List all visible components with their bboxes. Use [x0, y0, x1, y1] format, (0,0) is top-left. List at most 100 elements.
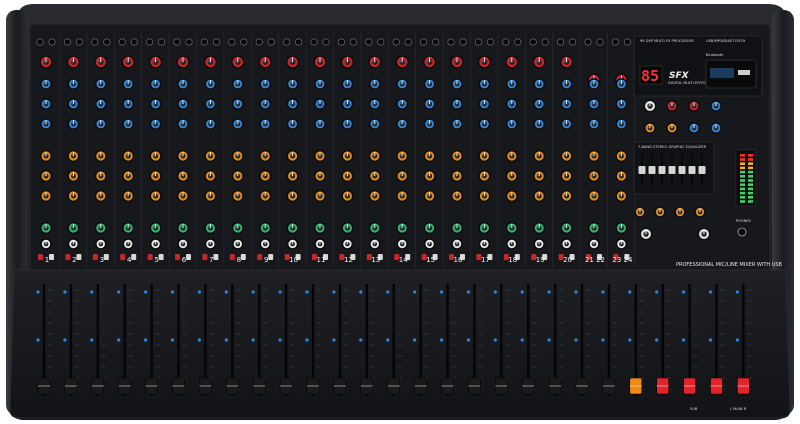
comp-knob[interactable]	[314, 78, 326, 90]
comp-knob[interactable]	[533, 78, 545, 90]
mid-eq-knob[interactable]	[40, 118, 52, 130]
level-knob[interactable]	[533, 238, 545, 250]
level-knob[interactable]	[396, 238, 408, 250]
gain-knob[interactable]	[149, 55, 163, 69]
fx-send-knob[interactable]	[259, 190, 272, 202]
aux2-knob[interactable]	[40, 170, 52, 182]
mute-button[interactable]	[38, 254, 43, 260]
gain-knob[interactable]	[258, 55, 272, 69]
pan-knob[interactable]	[478, 222, 491, 234]
mid-eq-knob[interactable]	[204, 118, 217, 130]
hi-eq-knob[interactable]	[396, 98, 409, 110]
pan-knob[interactable]	[588, 222, 600, 234]
gain-knob[interactable]	[477, 55, 491, 69]
comp-knob[interactable]	[177, 78, 189, 90]
pan-knob[interactable]	[177, 222, 189, 234]
pan-knob[interactable]	[286, 222, 299, 234]
aux2-knob[interactable]	[122, 170, 135, 182]
comp-knob[interactable]	[341, 78, 354, 90]
mute-button[interactable]	[65, 254, 71, 260]
pfl-button[interactable]	[158, 254, 164, 260]
mute-button[interactable]	[202, 254, 208, 260]
aux2-knob[interactable]	[423, 170, 436, 182]
aux2-knob[interactable]	[286, 170, 299, 182]
aux2-knob[interactable]	[588, 170, 600, 182]
fx-send-knob[interactable]	[314, 190, 326, 202]
aux1-knob[interactable]	[286, 150, 299, 162]
gain-knob[interactable]	[39, 55, 53, 69]
comp-knob[interactable]	[451, 78, 463, 90]
level-knob[interactable]	[95, 238, 107, 250]
fx-send-knob[interactable]	[560, 190, 573, 202]
pan-knob[interactable]	[67, 222, 80, 234]
fx-send-knob[interactable]	[286, 190, 299, 202]
fx-send-knob[interactable]	[451, 190, 463, 202]
comp-knob[interactable]	[232, 78, 244, 90]
mid-eq-knob[interactable]	[560, 118, 573, 130]
pan-knob[interactable]	[615, 222, 628, 234]
pfl-button[interactable]	[268, 254, 274, 260]
aux1-knob[interactable]	[560, 150, 573, 162]
aux2-knob[interactable]	[560, 170, 573, 182]
aux1-knob[interactable]	[314, 150, 326, 162]
hi-eq-knob[interactable]	[122, 98, 134, 110]
comp-knob[interactable]	[149, 78, 162, 90]
mid-eq-knob[interactable]	[423, 118, 436, 130]
mute-button[interactable]	[257, 254, 263, 260]
pfl-button[interactable]	[186, 254, 191, 260]
aux2-knob[interactable]	[231, 170, 244, 182]
pfl-button[interactable]	[131, 254, 137, 260]
comp-knob[interactable]	[40, 78, 52, 90]
fx-send-knob[interactable]	[533, 190, 546, 202]
level-knob[interactable]	[561, 238, 573, 250]
mid-eq-knob[interactable]	[149, 118, 162, 130]
hi-eq-knob[interactable]	[149, 98, 162, 110]
level-knob[interactable]	[177, 238, 189, 250]
aux1-knob[interactable]	[177, 150, 189, 162]
pan-knob[interactable]	[423, 222, 436, 234]
mute-button[interactable]	[92, 254, 98, 260]
comp-knob[interactable]	[369, 78, 381, 90]
level-knob[interactable]	[588, 238, 600, 250]
level-knob[interactable]	[204, 238, 216, 250]
hi-eq-knob[interactable]	[232, 98, 244, 110]
aux2-master-knob[interactable]	[666, 122, 678, 134]
aux1-knob[interactable]	[94, 150, 107, 162]
aux2-knob[interactable]	[67, 170, 80, 182]
usb-level-knob[interactable]	[710, 100, 722, 112]
mid-eq-knob[interactable]	[588, 118, 600, 130]
sub-aux-knob[interactable]	[634, 206, 646, 218]
gain-knob[interactable]	[94, 55, 108, 69]
usb-master-knob[interactable]	[639, 227, 653, 241]
mid-eq-knob[interactable]	[67, 118, 80, 130]
hi-eq-knob[interactable]	[341, 98, 354, 110]
mid-eq-knob[interactable]	[122, 118, 134, 130]
gain-knob[interactable]	[340, 55, 354, 69]
level-knob[interactable]	[451, 238, 463, 250]
aux2-knob[interactable]	[396, 170, 409, 182]
pan-knob[interactable]	[122, 222, 135, 234]
mid-eq-knob[interactable]	[533, 118, 545, 130]
mute-button[interactable]	[175, 254, 180, 260]
comp-knob[interactable]	[615, 78, 628, 90]
aux1-knob[interactable]	[231, 150, 244, 162]
comp-knob[interactable]	[396, 78, 409, 90]
pan-knob[interactable]	[204, 222, 217, 234]
gain-knob[interactable]	[121, 55, 135, 69]
pan-knob[interactable]	[368, 222, 381, 234]
aux1-knob[interactable]	[259, 150, 272, 162]
comp-knob[interactable]	[95, 78, 107, 90]
aux1-knob[interactable]	[423, 150, 436, 162]
pfl-button[interactable]	[76, 254, 82, 260]
mid-eq-knob[interactable]	[95, 118, 107, 130]
aux1-knob[interactable]	[67, 150, 80, 162]
pan-knob[interactable]	[560, 222, 573, 234]
gain-knob[interactable]	[286, 55, 300, 69]
fx-send-knob[interactable]	[396, 190, 409, 202]
mid-eq-knob[interactable]	[259, 118, 272, 130]
fx-return-knob[interactable]	[688, 100, 700, 112]
comp-knob[interactable]	[560, 78, 573, 90]
comp-knob[interactable]	[286, 78, 299, 90]
fx-send-knob[interactable]	[94, 190, 107, 202]
mid-eq-knob[interactable]	[232, 118, 244, 130]
